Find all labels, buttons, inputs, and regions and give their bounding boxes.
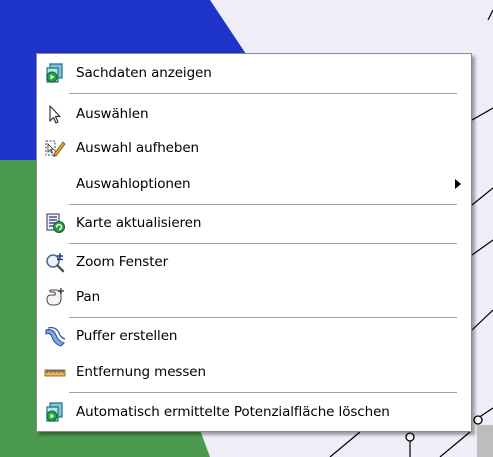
- map-vertex: [405, 432, 415, 442]
- measure-ruler-icon: [43, 360, 67, 384]
- menu-separator: [69, 93, 457, 94]
- menu-separator: [69, 243, 457, 244]
- select-cursor-icon: [43, 102, 67, 126]
- menu-item-auswaehlen[interactable]: Auswählen: [39, 99, 469, 129]
- menu-item-sachdaten-anzeigen[interactable]: Sachdaten anzeigen: [39, 58, 469, 88]
- context-menu: Sachdaten anzeigen Auswählen Auswahl auf…: [36, 53, 472, 432]
- menu-item-potenzialflaeche-loeschen[interactable]: Automatisch ermittelte Potenzialfläche l…: [39, 397, 469, 427]
- menu-item-entfernung-messen[interactable]: Entfernung messen: [39, 357, 469, 387]
- map-green-area: [0, 160, 40, 457]
- menu-separator: [69, 392, 457, 393]
- menu-item-label: Auswahl aufheben: [76, 140, 200, 156]
- buffer-icon: [43, 324, 67, 348]
- menu-item-label: Puffer erstellen: [76, 328, 178, 344]
- menu-item-label: Auswählen: [76, 106, 149, 122]
- submenu-arrow-icon: [455, 179, 461, 189]
- menu-item-auswahl-aufheben[interactable]: Auswahl aufheben: [39, 133, 469, 163]
- show-attributes-icon: [43, 61, 67, 85]
- menu-separator: [69, 317, 457, 318]
- menu-item-pan[interactable]: Pan: [39, 282, 469, 312]
- map-green-area-bottom: [40, 430, 210, 457]
- menu-item-label: Sachdaten anzeigen: [76, 65, 212, 81]
- menu-item-karte-aktualisieren[interactable]: Karte aktualisieren: [39, 208, 469, 238]
- delete-area-icon: [43, 400, 67, 424]
- zoom-window-icon: [43, 250, 67, 274]
- menu-item-label: Karte aktualisieren: [76, 215, 202, 231]
- clear-selection-icon: [43, 136, 67, 160]
- menu-item-zoom-fenster[interactable]: Zoom Fenster: [39, 247, 469, 277]
- menu-item-label: Automatisch ermittelte Potenzialfläche l…: [76, 404, 390, 420]
- menu-item-label: Zoom Fenster: [76, 254, 169, 270]
- menu-item-label: Auswahloptionen: [76, 176, 191, 192]
- menu-item-puffer-erstellen[interactable]: Puffer erstellen: [39, 321, 469, 351]
- map-gray-block: [477, 425, 493, 457]
- refresh-map-icon: [43, 211, 67, 235]
- map-vertex: [473, 415, 483, 425]
- menu-item-auswahloptionen[interactable]: Auswahloptionen: [39, 169, 469, 199]
- menu-item-label: Pan: [76, 289, 101, 305]
- menu-separator: [69, 204, 457, 205]
- menu-item-label: Entfernung messen: [76, 364, 206, 380]
- pan-hand-icon: [43, 285, 67, 309]
